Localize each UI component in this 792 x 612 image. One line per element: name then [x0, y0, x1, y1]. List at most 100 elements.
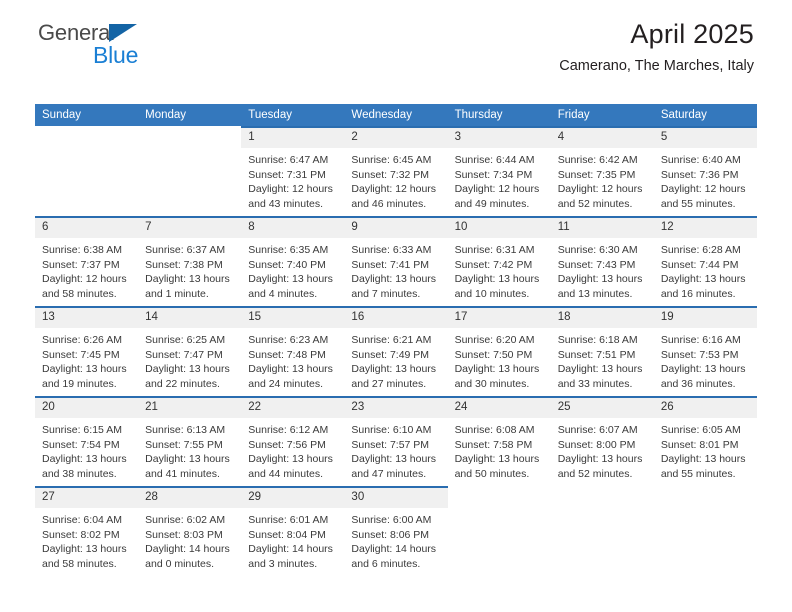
sunrise-text: Sunrise: 6:10 AM	[351, 424, 432, 436]
calendar-day-cell[interactable]: 21 Sunrise: 6:13 AM Sunset: 7:55 PM Dayligh…	[138, 396, 242, 486]
calendar-day-cell[interactable]: 13 Sunrise: 6:26 AM Sunset: 7:45 PM Dayligh…	[35, 306, 139, 396]
sunset-text: Sunset: 7:34 PM	[454, 168, 533, 181]
calendar-empty-cell	[138, 126, 241, 216]
calendar-day-cell[interactable]: 30 Sunrise: 6:00 AM Sunset: 8:06 PM Dayligh…	[344, 486, 448, 576]
day-number: 11	[550, 218, 654, 238]
sunrise-text: Sunrise: 6:28 AM	[660, 244, 741, 256]
sunrise-text: Sunrise: 6:37 AM	[145, 244, 226, 256]
calendar-day-cell[interactable]: 27 Sunrise: 6:04 AM Sunset: 8:02 PM Dayligh…	[35, 486, 139, 576]
calendar-day-cell[interactable]: 5 Sunrise: 6:40 AM Sunset: 7:36 PM Daylight…	[653, 126, 757, 216]
day-details: Sunrise: 6:02 AM Sunset: 8:03 PM Daylight:…	[138, 508, 241, 571]
calendar-day-cell[interactable]: 28 Sunrise: 6:02 AM Sunset: 8:03 PM Dayligh…	[138, 486, 242, 576]
day-details: Sunrise: 6:25 AM Sunset: 7:47 PM Daylight:…	[138, 328, 241, 391]
calendar-week-row: 27 Sunrise: 6:04 AM Sunset: 8:02 PM Dayligh…	[35, 486, 757, 576]
day-details: Sunrise: 6:05 AM Sunset: 8:01 PM Daylight:…	[654, 418, 757, 481]
day-details: Sunrise: 6:21 AM Sunset: 7:49 PM Daylight:…	[344, 328, 447, 391]
day-number: 8	[241, 218, 345, 238]
sunrise-text: Sunrise: 6:26 AM	[42, 334, 122, 346]
day-number	[654, 486, 757, 506]
day-number: 14	[138, 308, 242, 328]
day-number: 21	[138, 398, 242, 418]
daylight-text: Daylight: 13 hours and 55 minutes.	[660, 453, 746, 480]
calendar-day-cell[interactable]: 23 Sunrise: 6:10 AM Sunset: 7:57 PM Dayligh…	[344, 396, 448, 486]
calendar-empty-cell	[654, 486, 757, 576]
day-number: 7	[138, 218, 242, 238]
calendar-day-cell[interactable]: 18 Sunrise: 6:18 AM Sunset: 7:51 PM Dayligh…	[550, 306, 654, 396]
day-details: Sunrise: 6:15 AM Sunset: 7:54 PM Daylight:…	[35, 418, 138, 481]
sunset-text: Sunset: 7:40 PM	[248, 258, 326, 271]
daylight-text: Daylight: 13 hours and 1 minute.	[145, 273, 230, 300]
sunrise-text: Sunrise: 6:47 AM	[248, 154, 329, 166]
calendar-day-cell[interactable]: 26 Sunrise: 6:05 AM Sunset: 8:01 PM Dayligh…	[653, 396, 757, 486]
weekday-header-friday: Friday	[550, 104, 654, 126]
calendar-day-cell[interactable]: 1 Sunrise: 6:47 AM Sunset: 7:31 PM Daylight…	[241, 126, 345, 216]
sunrise-text: Sunrise: 6:45 AM	[351, 154, 432, 166]
calendar-day-cell[interactable]: 3 Sunrise: 6:44 AM Sunset: 7:34 PM Daylight…	[447, 126, 551, 216]
calendar-day-cell[interactable]: 8 Sunrise: 6:35 AM Sunset: 7:40 PM Daylight…	[241, 216, 345, 306]
daylight-text: Daylight: 12 hours and 49 minutes.	[454, 183, 540, 210]
daylight-text: Daylight: 13 hours and 52 minutes.	[557, 453, 643, 480]
day-details: Sunrise: 6:13 AM Sunset: 7:55 PM Daylight:…	[138, 418, 241, 481]
day-details: Sunrise: 6:42 AM Sunset: 7:35 PM Daylight:…	[551, 148, 654, 211]
sunrise-text: Sunrise: 6:42 AM	[557, 154, 638, 166]
day-number: 28	[138, 488, 242, 508]
calendar-day-cell[interactable]: 9 Sunrise: 6:33 AM Sunset: 7:41 PM Daylight…	[344, 216, 448, 306]
sunrise-text: Sunrise: 6:02 AM	[145, 514, 226, 526]
calendar-day-cell[interactable]: 7 Sunrise: 6:37 AM Sunset: 7:38 PM Daylight…	[138, 216, 242, 306]
sunrise-text: Sunrise: 6:04 AM	[42, 514, 122, 526]
day-number: 17	[447, 308, 551, 328]
logo-triangle-icon	[109, 24, 137, 42]
day-details: Sunrise: 6:37 AM Sunset: 7:38 PM Daylight:…	[138, 238, 241, 301]
sunset-text: Sunset: 7:56 PM	[248, 438, 326, 451]
sunset-text: Sunset: 7:54 PM	[42, 438, 120, 451]
day-number: 4	[550, 128, 654, 148]
sunset-text: Sunset: 7:47 PM	[145, 348, 223, 361]
calendar-day-cell[interactable]: 4 Sunrise: 6:42 AM Sunset: 7:35 PM Daylight…	[550, 126, 654, 216]
calendar-table: Sunday Monday Tuesday Wednesday Thursday…	[35, 104, 757, 576]
sunset-text: Sunset: 7:35 PM	[557, 168, 636, 181]
calendar-day-cell[interactable]: 6 Sunrise: 6:38 AM Sunset: 7:37 PM Daylight…	[35, 216, 139, 306]
sunset-text: Sunset: 7:32 PM	[351, 168, 430, 181]
day-number	[448, 486, 551, 506]
day-details: Sunrise: 6:07 AM Sunset: 8:00 PM Daylight:…	[551, 418, 654, 481]
sunrise-text: Sunrise: 6:15 AM	[42, 424, 122, 436]
calendar-day-cell[interactable]: 24 Sunrise: 6:08 AM Sunset: 7:58 PM Dayligh…	[447, 396, 551, 486]
daylight-text: Daylight: 13 hours and 4 minutes.	[248, 273, 333, 300]
sunrise-text: Sunrise: 6:07 AM	[557, 424, 638, 436]
general-blue-logo: General Blue	[38, 20, 238, 72]
sunset-text: Sunset: 8:03 PM	[145, 528, 223, 541]
calendar-day-cell[interactable]: 17 Sunrise: 6:20 AM Sunset: 7:50 PM Dayligh…	[447, 306, 551, 396]
weekday-header-thursday: Thursday	[447, 104, 551, 126]
calendar-day-cell[interactable]: 14 Sunrise: 6:25 AM Sunset: 7:47 PM Dayligh…	[138, 306, 242, 396]
day-details: Sunrise: 6:31 AM Sunset: 7:42 PM Daylight:…	[448, 238, 551, 301]
day-details: Sunrise: 6:04 AM Sunset: 8:02 PM Daylight:…	[35, 508, 138, 571]
sunrise-text: Sunrise: 6:35 AM	[248, 244, 329, 256]
calendar-day-cell[interactable]: 16 Sunrise: 6:21 AM Sunset: 7:49 PM Dayligh…	[344, 306, 448, 396]
calendar-day-cell[interactable]: 2 Sunrise: 6:45 AM Sunset: 7:32 PM Daylight…	[344, 126, 448, 216]
calendar-day-cell[interactable]: 20 Sunrise: 6:15 AM Sunset: 7:54 PM Dayligh…	[35, 396, 139, 486]
calendar-day-cell[interactable]: 19 Sunrise: 6:16 AM Sunset: 7:53 PM Dayligh…	[653, 306, 757, 396]
daylight-text: Daylight: 13 hours and 24 minutes.	[248, 363, 333, 390]
calendar-day-cell[interactable]: 22 Sunrise: 6:12 AM Sunset: 7:56 PM Dayligh…	[241, 396, 345, 486]
day-details: Sunrise: 6:20 AM Sunset: 7:50 PM Daylight:…	[448, 328, 551, 391]
sunrise-text: Sunrise: 6:30 AM	[557, 244, 638, 256]
sunrise-text: Sunrise: 6:44 AM	[454, 154, 535, 166]
sunrise-text: Sunrise: 6:21 AM	[351, 334, 432, 346]
calendar-day-cell[interactable]: 29 Sunrise: 6:01 AM Sunset: 8:04 PM Dayligh…	[241, 486, 345, 576]
title-block: April 2025 Camerano, The Marches, Italy	[559, 18, 754, 76]
calendar-day-cell[interactable]: 25 Sunrise: 6:07 AM Sunset: 8:00 PM Dayligh…	[550, 396, 654, 486]
daylight-text: Daylight: 13 hours and 36 minutes.	[660, 363, 746, 390]
sunset-text: Sunset: 7:49 PM	[351, 348, 430, 361]
calendar-day-cell[interactable]: 11 Sunrise: 6:30 AM Sunset: 7:43 PM Dayligh…	[550, 216, 654, 306]
daylight-text: Daylight: 12 hours and 43 minutes.	[248, 183, 333, 210]
calendar-day-cell[interactable]: 12 Sunrise: 6:28 AM Sunset: 7:44 PM Dayligh…	[653, 216, 757, 306]
daylight-text: Daylight: 13 hours and 50 minutes.	[454, 453, 540, 480]
daylight-text: Daylight: 14 hours and 0 minutes.	[145, 543, 230, 570]
day-details: Sunrise: 6:23 AM Sunset: 7:48 PM Daylight:…	[241, 328, 344, 391]
daylight-text: Daylight: 13 hours and 27 minutes.	[351, 363, 437, 390]
calendar-day-cell[interactable]: 15 Sunrise: 6:23 AM Sunset: 7:48 PM Dayligh…	[241, 306, 345, 396]
calendar-grid: Sunday Monday Tuesday Wednesday Thursday…	[35, 104, 757, 576]
calendar-body: 1 Sunrise: 6:47 AM Sunset: 7:31 PM Daylight…	[35, 126, 757, 576]
calendar-day-cell[interactable]: 10 Sunrise: 6:31 AM Sunset: 7:42 PM Dayligh…	[447, 216, 551, 306]
daylight-text: Daylight: 13 hours and 41 minutes.	[145, 453, 230, 480]
